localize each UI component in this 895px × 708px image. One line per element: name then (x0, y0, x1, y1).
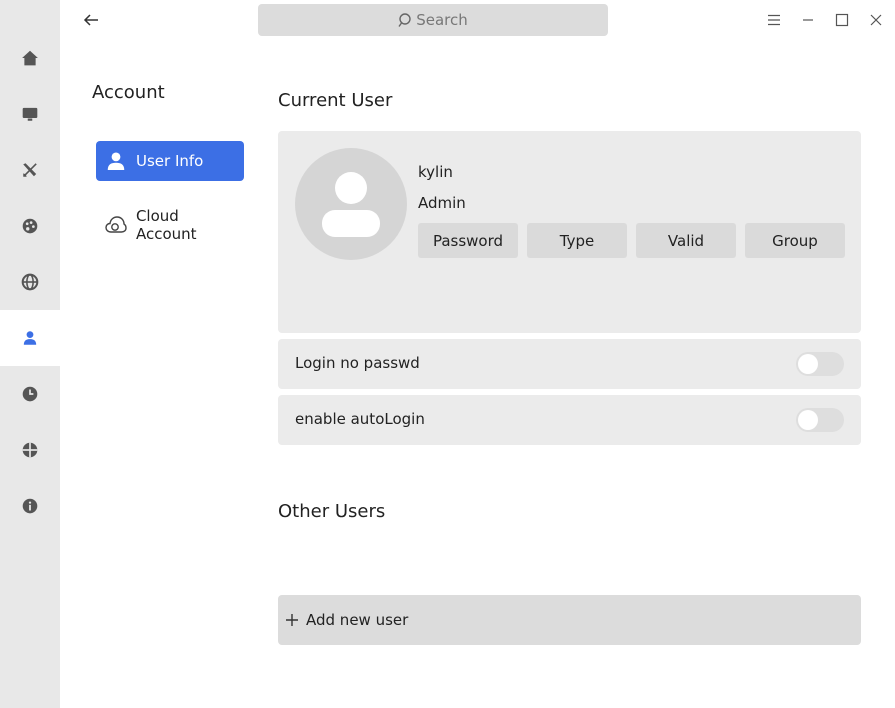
login-no-passwd-toggle[interactable] (796, 352, 844, 376)
plus-icon (278, 613, 306, 627)
enable-autologin-row: enable autoLogin (278, 395, 861, 445)
search-icon (398, 12, 414, 28)
current-user-card: kylin Admin Password Type Valid Group (278, 131, 861, 333)
home-icon[interactable] (0, 30, 60, 86)
username: kylin (418, 163, 453, 181)
user-icon (96, 150, 136, 172)
clock-icon[interactable] (0, 366, 60, 422)
palette-icon[interactable] (0, 198, 60, 254)
avatar[interactable] (295, 148, 407, 260)
search-placeholder: Search (416, 11, 468, 29)
valid-button[interactable]: Valid (636, 223, 736, 258)
account-title: Account (92, 82, 165, 103)
nav-cloud-account-label: Cloud Account (135, 207, 197, 243)
info-icon[interactable] (0, 478, 60, 534)
tools-icon[interactable] (0, 142, 60, 198)
login-no-passwd-row: Login no passwd (278, 339, 861, 389)
globe-icon[interactable] (0, 254, 60, 310)
current-user-title: Current User (278, 90, 393, 111)
group-button[interactable]: Group (745, 223, 845, 258)
add-new-user-label: Add new user (306, 611, 409, 629)
add-new-user-button[interactable]: Add new user (278, 595, 861, 645)
minimize-icon[interactable] (798, 10, 818, 30)
close-icon[interactable] (866, 10, 886, 30)
display-icon[interactable] (0, 86, 60, 142)
nav-user-info-label: User Info (136, 152, 204, 170)
search-input[interactable]: Search (258, 4, 608, 36)
update-icon[interactable] (0, 422, 60, 478)
back-icon[interactable] (80, 9, 102, 31)
enable-autologin-label: enable autoLogin (295, 410, 425, 428)
other-users-title: Other Users (278, 501, 386, 522)
menu-icon[interactable] (764, 10, 784, 30)
password-button[interactable]: Password (418, 223, 518, 258)
type-button[interactable]: Type (527, 223, 627, 258)
nav-user-info[interactable]: User Info (96, 141, 244, 181)
sidebar-rail (0, 0, 60, 708)
nav-cloud-account[interactable]: Cloud Account (96, 205, 244, 245)
login-no-passwd-label: Login no passwd (295, 354, 420, 372)
cloud-icon (96, 213, 136, 237)
user-role: Admin (418, 194, 466, 212)
enable-autologin-toggle[interactable] (796, 408, 844, 432)
maximize-icon[interactable] (832, 10, 852, 30)
user-icon[interactable] (0, 310, 60, 366)
